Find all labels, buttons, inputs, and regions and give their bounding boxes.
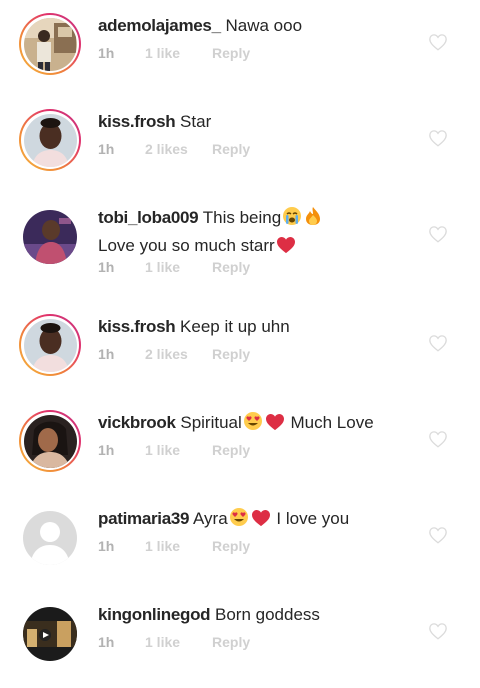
heart-icon[interactable] (428, 526, 448, 544)
avatar[interactable] (19, 109, 81, 171)
red-heart-emoji (276, 236, 296, 261)
comment-text: tobi_loba009 This being (98, 205, 420, 233)
avatar[interactable] (19, 314, 81, 376)
heart-icon[interactable] (428, 430, 448, 448)
comment-meta: 1h 1 like Reply (98, 259, 250, 275)
heart-icon[interactable] (428, 33, 448, 51)
comment-text: kiss.frosh Star (98, 109, 420, 134)
avatar[interactable] (19, 206, 81, 268)
reply-button[interactable]: Reply (212, 346, 250, 362)
comment-meta: 1h 1 like Reply (98, 45, 250, 61)
comment-meta: 1h 1 like Reply (98, 442, 250, 458)
likes-count[interactable]: 1 like (145, 442, 212, 458)
red-heart-emoji (265, 413, 285, 438)
comment-meta: 1h 1 like Reply (98, 538, 250, 554)
comment-text: patimaria39 Ayra I love you (98, 506, 420, 534)
username[interactable]: kingonlinegod (98, 605, 211, 624)
photo-man-dark-icon (23, 210, 77, 264)
comment-body: Born goddess (215, 605, 320, 624)
heart-icon[interactable] (428, 622, 448, 640)
crying-face-emoji (282, 206, 302, 233)
heart-eyes-emoji (229, 507, 249, 534)
username[interactable]: vickbrook (98, 413, 176, 432)
likes-count[interactable]: 1 like (145, 259, 212, 275)
comment-body-after: Much Love (290, 413, 374, 432)
heart-icon[interactable] (428, 334, 448, 352)
comment-meta: 1h 2 likes Reply (98, 141, 250, 157)
timestamp: 1h (98, 259, 115, 275)
reply-button[interactable]: Reply (212, 442, 250, 458)
timestamp: 1h (98, 45, 115, 61)
username[interactable]: patimaria39 (98, 509, 190, 528)
avatar[interactable] (19, 603, 81, 665)
photo-girl-portrait-icon (23, 318, 77, 372)
reply-button[interactable]: Reply (212, 141, 250, 157)
photo-video-thumbnail-icon (23, 607, 77, 661)
avatar[interactable] (19, 13, 81, 75)
reply-button[interactable]: Reply (212, 45, 250, 61)
photo-girl-portrait-icon (23, 113, 77, 167)
photo-man-outdoor-icon (23, 17, 77, 71)
fire-emoji (304, 206, 322, 233)
likes-count[interactable]: 2 likes (145, 346, 212, 362)
reply-button[interactable]: Reply (212, 259, 250, 275)
likes-count[interactable]: 1 like (145, 538, 212, 554)
username[interactable]: kiss.frosh (98, 112, 176, 131)
comment-text: kiss.frosh Keep it up uhn (98, 314, 420, 339)
comment-body: Nawa ooo (225, 16, 303, 35)
likes-count[interactable]: 2 likes (145, 141, 212, 157)
likes-count[interactable]: 1 like (145, 634, 212, 650)
comment-meta: 1h 2 likes Reply (98, 346, 250, 362)
comment-text: kingonlinegod Born goddess (98, 602, 420, 627)
avatar[interactable] (19, 410, 81, 472)
comment-body: Star (180, 112, 212, 131)
heart-icon[interactable] (428, 129, 448, 147)
default-avatar-icon (23, 511, 77, 565)
comment-body: Keep it up uhn (180, 317, 290, 336)
comment-text-line-2: Love you so much starr (98, 233, 420, 261)
likes-count[interactable]: 1 like (145, 45, 212, 61)
comment-body: Ayra (193, 509, 228, 528)
comment-meta: 1h 1 like Reply (98, 634, 250, 650)
comment-body-after: I love you (276, 509, 350, 528)
red-heart-emoji (251, 509, 271, 534)
comment-body-2: Love you so much starr (98, 236, 275, 255)
heart-icon[interactable] (428, 225, 448, 243)
username[interactable]: ademolajames_ (98, 16, 221, 35)
reply-button[interactable]: Reply (212, 634, 250, 650)
photo-woman-icon (23, 414, 77, 468)
username[interactable]: kiss.frosh (98, 317, 176, 336)
timestamp: 1h (98, 634, 115, 650)
comment-body: Spiritual (180, 413, 242, 432)
heart-eyes-emoji (243, 411, 263, 438)
comment-text: vickbrook Spiritual Much Love (98, 410, 420, 438)
reply-button[interactable]: Reply (212, 538, 250, 554)
comment-body: This being (202, 208, 282, 227)
comment-text: ademolajames_ Nawa ooo (98, 13, 420, 38)
timestamp: 1h (98, 141, 115, 157)
username[interactable]: tobi_loba009 (98, 208, 199, 227)
avatar[interactable] (19, 507, 81, 569)
timestamp: 1h (98, 442, 115, 458)
timestamp: 1h (98, 538, 115, 554)
timestamp: 1h (98, 346, 115, 362)
